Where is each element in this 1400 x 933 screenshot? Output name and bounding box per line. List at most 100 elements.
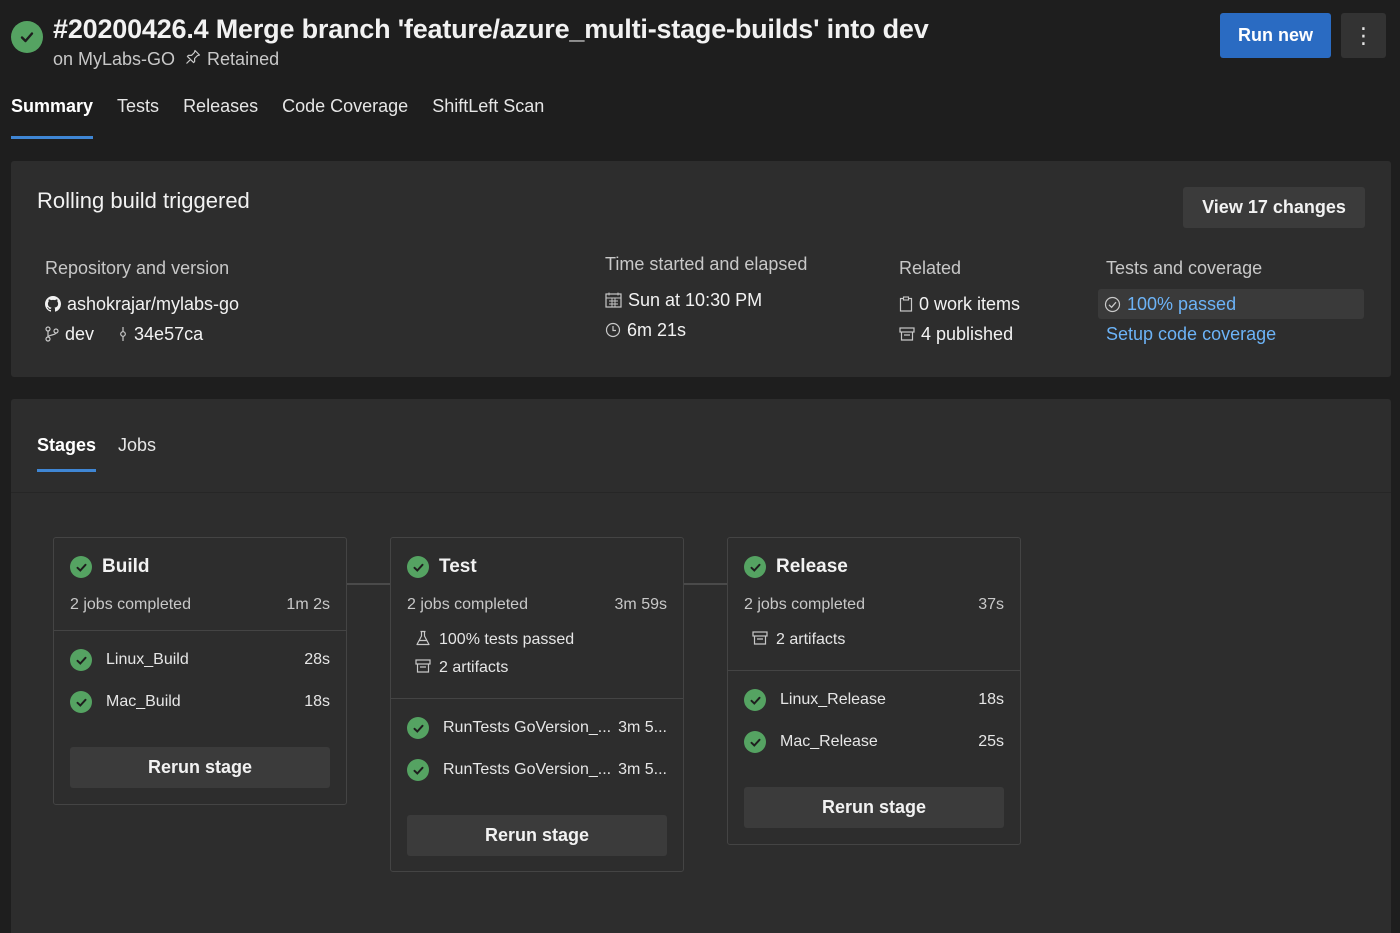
stages-tabs: Stages Jobs	[37, 435, 178, 473]
repository-label: Repository and version	[45, 258, 230, 278]
clock-icon	[605, 322, 621, 338]
related-label: Related	[899, 258, 962, 278]
artifact-icon	[899, 326, 915, 342]
start-time: Sun at 10:30 PM	[628, 289, 763, 310]
rerun-stage-button[interactable]: Rerun stage	[407, 815, 667, 856]
artifacts-text: 2 artifacts	[439, 659, 509, 676]
tab-releases[interactable]: Releases	[183, 96, 258, 140]
stage-summary: 2 jobs completed	[70, 596, 191, 613]
success-icon	[744, 556, 766, 578]
repository-section: Repository and version ashokrajar/mylabs…	[45, 258, 239, 349]
flask-icon	[415, 630, 431, 651]
tests-passed-text: 100% tests passed	[439, 631, 575, 648]
rerun-stage-button[interactable]: Rerun stage	[744, 787, 1004, 828]
job-name: RunTests GoVersion_...	[443, 719, 612, 736]
tab-stages[interactable]: Stages	[37, 435, 97, 473]
retained-badge: Retained	[185, 49, 279, 70]
artifacts-summary[interactable]: 2 artifacts	[415, 654, 667, 682]
job-name: Mac_Release	[780, 733, 878, 750]
pin-icon	[185, 49, 201, 70]
project-name[interactable]: on MyLabs-GO	[53, 49, 175, 70]
more-vertical-icon: ⋮	[1352, 22, 1375, 48]
success-icon	[407, 556, 429, 578]
stage-name: Release	[776, 556, 848, 577]
run-new-button[interactable]: Run new	[1220, 13, 1331, 58]
stage-release[interactable]: Release 2 jobs completed 37s 2 artifacts	[727, 537, 1021, 845]
commit-icon	[118, 326, 128, 342]
tab-summary[interactable]: Summary	[11, 96, 94, 140]
check-circle-icon	[1104, 296, 1121, 313]
tests-passed-link[interactable]: 100% passed	[1098, 289, 1364, 319]
success-icon	[70, 649, 92, 671]
job-duration: 18s	[978, 691, 1004, 708]
stages-panel: Stages Jobs Build 2 jobs completed 1m 2s	[11, 399, 1391, 933]
job-row[interactable]: Linux_Release 18s	[728, 679, 1020, 721]
published-link[interactable]: 4 published	[921, 324, 1013, 345]
success-icon	[70, 691, 92, 713]
setup-coverage-link[interactable]: Setup code coverage	[1106, 324, 1276, 345]
job-duration: 3m 5...	[618, 761, 667, 778]
view-changes-button[interactable]: View 17 changes	[1183, 187, 1365, 228]
artifact-icon	[415, 658, 431, 679]
job-name: Linux_Release	[780, 691, 886, 708]
job-row[interactable]: RunTests GoVersion_... 3m 5...	[391, 749, 683, 791]
tests-passed-text[interactable]: 100% passed	[1127, 294, 1236, 315]
retained-label: Retained	[207, 49, 280, 69]
job-row[interactable]: Mac_Build 18s	[54, 681, 346, 723]
more-actions-button[interactable]: ⋮	[1341, 13, 1386, 58]
stage-build[interactable]: Build 2 jobs completed 1m 2s Linux_Build…	[53, 537, 347, 805]
stage-name: Build	[102, 556, 150, 577]
stage-duration: 37s	[978, 596, 1004, 613]
repository-name[interactable]: ashokrajar/mylabs-go	[67, 294, 239, 315]
stage-summary: 2 jobs completed	[407, 596, 528, 613]
job-name: RunTests GoVersion_...	[443, 761, 612, 778]
work-items-link[interactable]: 0 work items	[919, 294, 1020, 315]
job-duration: 25s	[978, 733, 1004, 750]
trigger-heading: Rolling build triggered	[37, 188, 250, 213]
divider	[11, 492, 1391, 493]
clipboard-icon	[899, 296, 913, 312]
success-icon	[744, 731, 766, 753]
tests-passed-summary[interactable]: 100% tests passed	[415, 626, 667, 654]
success-icon	[70, 556, 92, 578]
time-label: Time started and elapsed	[605, 254, 808, 274]
job-duration: 28s	[304, 651, 330, 668]
job-row[interactable]: Mac_Release 25s	[728, 721, 1020, 763]
related-section: Related 0 work items 4 published	[899, 258, 1020, 349]
rerun-stage-button[interactable]: Rerun stage	[70, 747, 330, 788]
stage-connector	[347, 583, 390, 585]
run-tabs: Summary Tests Releases Code Coverage Shi…	[11, 96, 568, 140]
calendar-icon	[605, 292, 622, 308]
stage-summary: 2 jobs completed	[744, 596, 865, 613]
job-row[interactable]: RunTests GoVersion_... 3m 5...	[391, 707, 683, 749]
success-icon	[744, 689, 766, 711]
artifacts-text: 2 artifacts	[776, 631, 846, 648]
job-duration: 18s	[304, 693, 330, 710]
job-name: Mac_Build	[106, 693, 181, 710]
stage-connector	[684, 583, 727, 585]
tab-code-coverage[interactable]: Code Coverage	[282, 96, 408, 140]
artifact-icon	[752, 630, 768, 651]
tests-label: Tests and coverage	[1106, 258, 1263, 278]
stage-name: Test	[439, 556, 477, 577]
stage-duration: 1m 2s	[286, 596, 330, 613]
tab-jobs[interactable]: Jobs	[118, 435, 156, 473]
run-succeeded-icon	[11, 21, 43, 53]
stage-duration: 3m 59s	[614, 596, 667, 613]
commit-id[interactable]: 34e57ca	[134, 324, 203, 345]
tab-shiftleft-scan[interactable]: ShiftLeft Scan	[432, 96, 544, 140]
run-title: #20200426.4 Merge branch 'feature/azure_…	[53, 14, 929, 44]
summary-card: Rolling build triggered View 17 changes …	[11, 161, 1391, 377]
job-name: Linux_Build	[106, 651, 189, 668]
elapsed-time: 6m 21s	[627, 319, 687, 340]
success-icon	[407, 759, 429, 781]
time-section: Time started and elapsed Sun at 10:30 PM…	[605, 254, 807, 345]
tab-tests[interactable]: Tests	[117, 96, 159, 140]
success-icon	[407, 717, 429, 739]
tests-section: Tests and coverage 100% passed Setup cod…	[1098, 258, 1364, 349]
job-row[interactable]: Linux_Build 28s	[54, 639, 346, 681]
stage-test[interactable]: Test 2 jobs completed 3m 59s 100% tests …	[390, 537, 684, 872]
branch-name[interactable]: dev	[65, 324, 94, 345]
artifacts-summary[interactable]: 2 artifacts	[752, 626, 1004, 654]
job-duration: 3m 5...	[618, 719, 667, 736]
